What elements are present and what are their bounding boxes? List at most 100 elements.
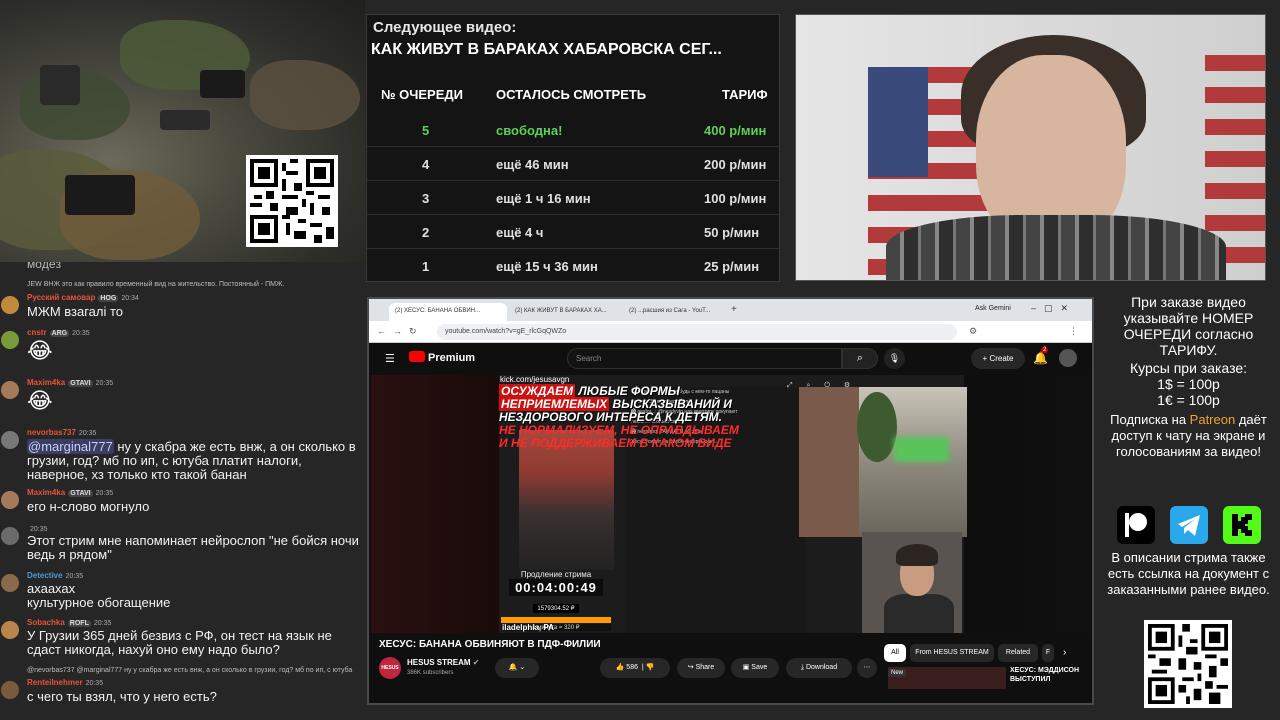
- save-button[interactable]: ▣ Save: [731, 658, 779, 678]
- chat-username[interactable]: Detective: [27, 571, 63, 580]
- document-info: В описании стрима также есть ссылка на д…: [1107, 550, 1270, 597]
- kick-icon: [1223, 506, 1261, 544]
- extensions-icon[interactable]: ⚙: [969, 326, 977, 337]
- scene-image: [0, 0, 365, 268]
- avatar: [1, 431, 19, 449]
- download-button[interactable]: ⤓ Download: [786, 658, 852, 678]
- account-avatar[interactable]: [1059, 349, 1077, 367]
- avatar: [1, 296, 19, 314]
- microphone-icon[interactable]: 🎙: [884, 348, 905, 369]
- channel-avatar[interactable]: HESUS: [379, 657, 401, 679]
- avatar: [1, 491, 19, 509]
- queue-time-left: ещё 15 ч 36 мин: [496, 259, 598, 274]
- laughing-emoji-icon: 😂: [27, 338, 53, 363]
- stream-overlay: Следующее видео: КАК ЖИВУТ В БАРАКАХ ХАБ…: [0, 0, 1280, 720]
- rate-eur: 1€ = 100р: [1157, 392, 1220, 408]
- queue-tariff: 100 р/мин: [704, 191, 767, 206]
- rate-usd: 1$ = 100р: [1157, 376, 1220, 392]
- new-tab-icon[interactable]: +: [731, 304, 737, 315]
- chip-all[interactable]: All: [884, 644, 906, 662]
- browser-tab[interactable]: (2) ...расшия из Сага - YouT...: [623, 303, 727, 321]
- forward-icon[interactable]: →: [393, 326, 402, 336]
- search-icon[interactable]: ⌕: [842, 348, 878, 369]
- chat-username[interactable]: Русский самовар: [27, 293, 95, 302]
- message-text: Этот стрим мне напоминает нейрослоп "не …: [27, 533, 359, 562]
- next-video-title: КАК ЖИВУТ В БАРАКАХ ХАБАРОВСКА СЕГ...: [371, 41, 722, 58]
- new-badge: New: [888, 669, 907, 677]
- chat-username[interactable]: nevorbas737: [27, 428, 76, 437]
- queue-row: 2 ещё 4 ч 50 р/мин: [367, 215, 779, 249]
- window-controls[interactable]: –▢✕: [1031, 303, 1076, 314]
- tariff-header: ТАРИФ: [722, 87, 768, 102]
- url-field[interactable]: youtube.com/watch?v=gE_rlcGqQWZo: [437, 324, 957, 340]
- disclaimer-banner: ОСУЖДАЕМ ЛЮБЫЕ ФОРМЫ НЕПРИЕМЛЕМЫХ ВЫСКАЗ…: [499, 384, 739, 450]
- donation-total: 1579304.52 ₽: [533, 604, 579, 613]
- qr-code: [246, 155, 338, 247]
- extension-label: Продление стрима: [520, 570, 592, 579]
- avatar: [1, 621, 19, 639]
- channel-name[interactable]: HESUS STREAM ✔: [407, 658, 480, 667]
- info-panel: При заказе видео указывайте НОМЕР ОЧЕРЕД…: [1097, 290, 1280, 720]
- time-left-header: ОСТАЛОСЬ СМОТРЕТЬ: [496, 87, 647, 102]
- avatar: [1, 381, 19, 399]
- location-label: iladelphia, PA: [502, 623, 554, 632]
- message-time: 20:35: [85, 680, 104, 687]
- queue-number: 3: [422, 191, 430, 206]
- queue-number: 1: [422, 259, 430, 274]
- hamburger-icon[interactable]: ☰: [385, 352, 395, 365]
- chat-username[interactable]: Renteilnehmer: [27, 678, 83, 687]
- queue-number-header: № ОЧЕРЕДИ: [381, 87, 463, 102]
- chat-username[interactable]: Maxim4ka: [27, 378, 65, 387]
- create-button[interactable]: + Create: [971, 348, 1025, 369]
- queue-number: 5: [422, 123, 430, 138]
- patreon-info: Подписка на Patreon даёт доступ к чату н…: [1110, 412, 1267, 459]
- subscribe-bell-button[interactable]: 🔔 ⌄: [495, 658, 539, 678]
- share-icon: ↪: [687, 664, 694, 671]
- browser-tab[interactable]: (2) КАК ЖИВУТ В БАРАКАХ ХА...: [509, 303, 621, 321]
- like-dislike-button[interactable]: 👍 586 | 👎: [600, 658, 670, 678]
- video-player[interactable]: Ternaty может что-нибудь с кем-то пацаны…: [371, 375, 1089, 633]
- queue-row: 1 ещё 15 ч 36 мин 25 р/мин: [367, 249, 779, 283]
- video-title: ХЕСУС: БАНАНА ОБВИНЯЮТ В ПДФ-ФИЛИИ: [379, 639, 601, 650]
- chat-username[interactable]: Sobachka: [27, 618, 65, 627]
- video-queue-panel: Следующее видео: КАК ЖИВУТ В БАРАКАХ ХАБ…: [366, 14, 780, 282]
- qr-code: [1144, 620, 1232, 708]
- ask-gemini-button[interactable]: Ask Gemini: [975, 305, 1011, 312]
- user-mention[interactable]: @marginal777: [27, 439, 114, 454]
- recommended-title[interactable]: ХЕСУС: МЭДДИСОН ВЫСТУПИЛ: [1010, 666, 1090, 684]
- stream-controls: ⤢ ⌕ ⏻ ⚙: [787, 382, 857, 389]
- download-icon: ⤓: [800, 664, 804, 671]
- reply-text: @marginal777 ну у скабра же есть внж, а …: [76, 667, 353, 674]
- menu-icon[interactable]: ⋮: [1069, 326, 1078, 337]
- share-button[interactable]: ↪ Share: [677, 658, 725, 678]
- message-time: 20:35: [65, 573, 84, 580]
- next-video-label: Следующее видео:: [373, 19, 517, 36]
- chat-username[interactable]: cnstr: [27, 328, 47, 337]
- browser-window: (2) ХЕСУС: БАНАНА ОБВИН... (2) КАК ЖИВУТ…: [367, 297, 1094, 705]
- user-badge: ARG: [49, 330, 70, 337]
- bell-icon[interactable]: 🔔 2: [1033, 347, 1049, 365]
- recommended-thumbnail[interactable]: New: [888, 667, 1006, 689]
- rates-title: Курсы при заказе:: [1129, 360, 1248, 376]
- message-text: ахаахах культурное обогащение: [27, 581, 171, 610]
- queue-tariff: 400 р/мин: [704, 123, 767, 138]
- chip-related[interactable]: Related: [998, 644, 1038, 662]
- chevron-right-icon[interactable]: ›: [1063, 647, 1066, 658]
- message-time: 20:35: [78, 430, 97, 437]
- more-actions-button[interactable]: ⋯: [857, 658, 877, 678]
- chip-more[interactable]: F: [1042, 644, 1054, 662]
- search-input[interactable]: Search: [567, 348, 842, 369]
- chip-from-channel[interactable]: From HESUS STREAM: [910, 644, 994, 662]
- youtube-logo[interactable]: Premium: [409, 351, 475, 364]
- browser-tab[interactable]: (2) ХЕСУС: БАНАНА ОБВИН...: [389, 303, 507, 321]
- queue-time-left: ещё 1 ч 16 мин: [496, 191, 591, 206]
- message-time: 20:35: [72, 330, 90, 337]
- message-text: У Грузии 365 дней безвиз с РФ, он тест н…: [27, 628, 332, 657]
- chat-username[interactable]: Maxim4ka: [27, 488, 65, 497]
- storefront-image: [519, 430, 614, 570]
- back-icon[interactable]: ←: [377, 326, 386, 336]
- message-text: его н-слово могнуло: [27, 499, 150, 514]
- reload-icon[interactable]: ↻: [409, 326, 417, 337]
- user-badge: HOG: [98, 295, 119, 302]
- chat-partial-line: мoдeз: [27, 262, 62, 271]
